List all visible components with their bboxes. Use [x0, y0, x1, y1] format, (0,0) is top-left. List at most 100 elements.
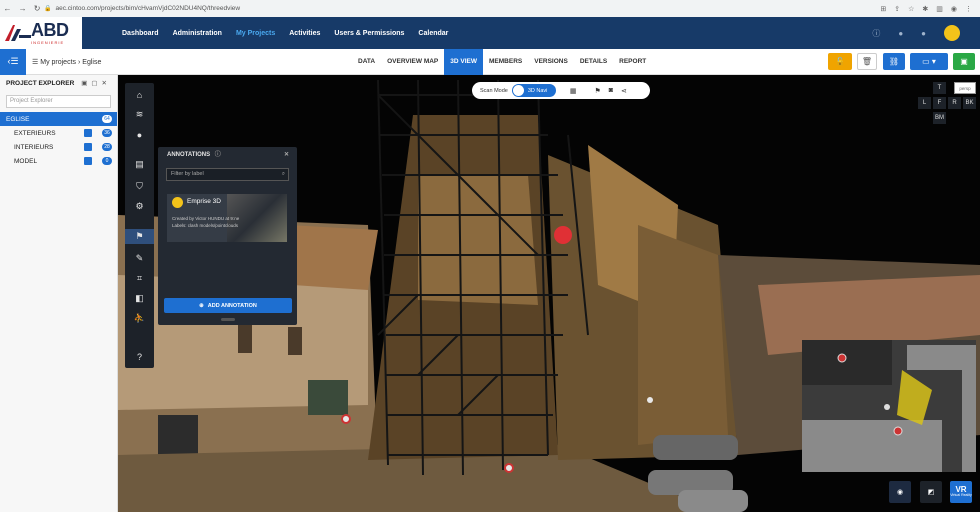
export-button[interactable]: ▭ ▾	[910, 53, 948, 70]
chevron-left-icon: ‹☰	[7, 56, 19, 66]
reload-icon[interactable]: ↻	[34, 4, 41, 13]
scan-mode-toggle[interactable]: 3D Navi	[511, 84, 556, 97]
home-icon[interactable]: ⌂	[132, 87, 147, 102]
browser-menu-icon[interactable]: ⋮	[965, 5, 972, 13]
back-arrow-icon[interactable]: ←	[4, 4, 12, 13]
logo-text: ABD	[31, 20, 69, 40]
perspective-toggle[interactable]: persp	[954, 82, 976, 94]
tab-3d-view[interactable]: 3D VIEW	[444, 49, 483, 75]
user-icon[interactable]: ●	[921, 29, 926, 38]
sidepanel-icon[interactable]: ▥	[936, 5, 943, 13]
upload-button[interactable]: ▣	[953, 53, 975, 70]
list-icon: ☰	[32, 58, 41, 66]
logo-subtitle: INGENIERIE	[31, 40, 65, 45]
menu-my-projects[interactable]: My Projects	[236, 30, 275, 37]
tab-overview-map[interactable]: OVERVIEW MAP	[381, 49, 444, 75]
breadcrumb-root[interactable]: My projects	[40, 59, 76, 66]
annotation-card[interactable]: Emprise 3D Created by Victor HUNDU at 9:…	[167, 194, 287, 242]
app-header: ABD INGENIERIE Dashboard Administration …	[0, 17, 980, 49]
count-badge: 28	[102, 143, 112, 151]
menu-activities[interactable]: Activities	[289, 30, 320, 37]
add-annotation-button[interactable]: ⊕ ADD ANNOTATION	[164, 298, 292, 313]
layers-icon[interactable]: ≋	[132, 107, 147, 122]
help-icon[interactable]: ?	[132, 349, 147, 364]
menu-calendar[interactable]: Calendar	[418, 30, 448, 37]
trash-icon: 🗑	[861, 57, 873, 66]
checkbox[interactable]	[84, 143, 92, 151]
comment-icon[interactable]: ▤	[132, 157, 147, 172]
logo[interactable]: ABD INGENIERIE	[0, 17, 82, 49]
info-icon[interactable]: ⓘ	[872, 28, 880, 39]
tab-details[interactable]: DETAILS	[574, 49, 613, 75]
close-icon[interactable]: ✕	[284, 147, 289, 163]
flag-icon[interactable]: ⚑	[594, 87, 600, 95]
view-right[interactable]: R	[948, 97, 961, 109]
annotation-tool-icon[interactable]: ⚑	[125, 229, 154, 244]
checkbox[interactable]	[84, 157, 92, 165]
annotations-title: ANNOTATIONS	[167, 152, 211, 158]
info-icon: ⓘ	[214, 152, 221, 158]
globe-icon[interactable]: ●	[132, 127, 147, 142]
browser-icons: ⊞ ⇪ ☆ ✱ ▥ ◉ ⋮	[880, 5, 980, 13]
view-top[interactable]: T	[933, 82, 946, 94]
menu-administration[interactable]: Administration	[173, 30, 222, 37]
view-front[interactable]: F	[933, 97, 946, 109]
breadcrumb-leaf: Eglise	[82, 58, 102, 66]
collapse-button[interactable]: ‹☰	[0, 48, 26, 75]
grid-icon[interactable]: ▦	[570, 87, 577, 95]
tree-item-eglise[interactable]: EGLISE 64	[0, 112, 117, 126]
view-left[interactable]: L	[918, 97, 931, 109]
gear-icon[interactable]: ⚙	[132, 199, 147, 214]
minimap[interactable]	[802, 340, 976, 472]
annotation-filter-input[interactable]: Filter by label ⌕	[166, 168, 289, 181]
panel-resize-handle[interactable]	[221, 318, 235, 321]
scan-marker[interactable]	[341, 414, 351, 424]
share-view-button[interactable]: ⛓	[883, 53, 905, 70]
fullscreen-button[interactable]: ◩	[920, 481, 942, 503]
filter-icon[interactable]: ⛉	[132, 179, 147, 194]
annotation-marker[interactable]	[554, 226, 572, 244]
checkbox[interactable]	[84, 129, 92, 137]
tree-item-exterieurs[interactable]: EXTERIEURS 36	[0, 126, 117, 140]
explorer-search-input[interactable]: Project Explorer	[6, 95, 111, 108]
translate-icon[interactable]: ⊞	[880, 5, 886, 13]
tree-label: MODEL	[14, 157, 38, 165]
menu-users-permissions[interactable]: Users & Permissions	[334, 30, 404, 37]
view-bottom[interactable]: BM	[933, 112, 946, 124]
vr-headset-button[interactable]: ◉	[889, 481, 911, 503]
view-back[interactable]: BK	[963, 97, 976, 109]
walk-icon[interactable]: ⛹	[132, 311, 147, 326]
tab-data[interactable]: DATA	[352, 49, 381, 75]
tree-item-interieurs[interactable]: INTERIEURS 28	[0, 140, 117, 154]
profile-icon[interactable]: ◉	[951, 5, 957, 13]
delete-button[interactable]: 🗑	[857, 53, 877, 70]
share-icon[interactable]: ⋖	[621, 87, 627, 95]
forward-arrow-icon[interactable]: →	[19, 4, 27, 13]
scan-marker[interactable]	[647, 397, 653, 403]
star-icon[interactable]: ☆	[908, 5, 914, 13]
avatar[interactable]	[944, 25, 960, 41]
scan-marker[interactable]	[504, 463, 514, 473]
measure-icon[interactable]: ✎	[132, 251, 147, 266]
notification-icon[interactable]: ●	[898, 29, 903, 38]
search-icon: ⌕	[281, 171, 285, 177]
count-badge: 36	[102, 129, 112, 137]
unlock-button[interactable]: 🔓	[828, 53, 852, 70]
vr-button[interactable]: VR Virtual Reality	[950, 481, 972, 503]
tab-versions[interactable]: VERSIONS	[528, 49, 574, 75]
plus-icon: ⊕	[199, 302, 204, 309]
tab-report[interactable]: REPORT	[613, 49, 652, 75]
lock-icon: 🔒	[44, 6, 52, 12]
camera-icon[interactable]: ◙	[609, 87, 613, 94]
extension-icon[interactable]: ✱	[922, 5, 928, 13]
tab-members[interactable]: MEMBERS	[483, 49, 528, 75]
address-bar[interactable]: 🔒 aec.cintoo.com/projects/bim/cHvamVjdC0…	[44, 2, 880, 15]
share-icon[interactable]: ⇪	[894, 5, 900, 13]
crop-icon[interactable]: ⌗	[132, 271, 147, 286]
menu-dashboard[interactable]: Dashboard	[122, 30, 159, 37]
section-icon[interactable]: ◧	[132, 291, 147, 306]
explorer-title: PROJECT EXPLORER	[6, 79, 75, 87]
tree-item-model[interactable]: MODEL 0	[0, 154, 117, 168]
tool-rail: ⌂ ≋ ● ▤ ⛉ ⚙ ⚑ ✎ ⌗ ◧ ⛹ ?	[125, 83, 154, 368]
explorer-actions-icon[interactable]: ▣▢✕	[81, 79, 111, 87]
